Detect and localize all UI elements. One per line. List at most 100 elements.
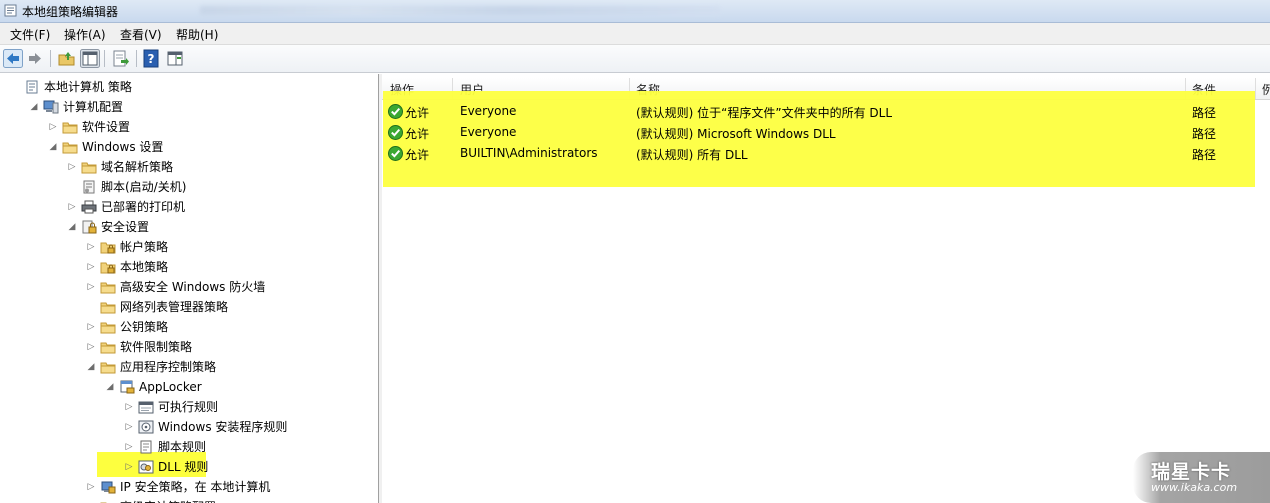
menu-action[interactable]: 操作(A) [64,26,106,43]
tree-item[interactable]: ▷ 软件设置 [0,117,378,137]
watermark-url: www.ikaka.com [1151,481,1238,494]
rule-row[interactable]: 允许 BUILTIN\Administrators (默认规则) 所有 DLL 路径 [382,143,1252,164]
column-divider[interactable] [1255,78,1256,99]
tree-expand-toggle-icon[interactable]: ▷ [48,117,58,137]
menu-view[interactable]: 查看(V) [120,26,162,43]
folder-icon [100,322,116,334]
rule-user: Everyone [460,125,517,139]
tree-expand-toggle-icon[interactable]: ▷ [124,417,134,437]
tree-item[interactable]: ◢ 计算机配置 [0,97,378,117]
rule-user: Everyone [460,104,517,118]
export-list-icon [113,50,129,67]
tree-collapse-toggle-icon[interactable]: ◢ [48,137,58,157]
tree-item[interactable]: ◢ 安全设置 [0,217,378,237]
tree-collapse-toggle-icon[interactable]: ◢ [105,377,115,397]
tree-item[interactable]: ▷ DLL 规则 [0,457,378,477]
tree-expand-toggle-icon[interactable]: ▷ [86,317,96,337]
help-button[interactable]: ? [142,49,162,68]
folder-icon [100,362,116,374]
tree-item-label: DLL 规则 [158,460,209,474]
tree-collapse-toggle-icon[interactable]: ◢ [29,97,39,117]
forward-button[interactable] [25,49,45,68]
tree-expand-toggle-icon[interactable]: ▷ [86,237,96,257]
tree-expand-toggle-icon[interactable]: ▷ [86,477,96,497]
rule-row[interactable]: 允许 Everyone (默认规则) 位于“程序文件”文件夹中的所有 DLL 路径 [382,101,1252,122]
back-arrow-icon [3,49,23,68]
tree-item[interactable]: 网络列表管理器策略 [0,297,378,317]
tree-item[interactable]: 脚本(启动/关机) [0,177,378,197]
ip-security-icon [101,481,116,494]
tree-item[interactable]: ◢ Windows 设置 [0,137,378,157]
tree-expand-toggle-icon[interactable]: ▷ [67,197,77,217]
export-list-button[interactable] [111,49,131,68]
allow-check-icon [388,146,403,161]
tree-item[interactable]: ◢ AppLocker [0,377,378,397]
up-level-button[interactable] [57,49,77,68]
rule-user: BUILTIN\Administrators [460,146,598,160]
rule-condition: 路径 [1192,127,1217,141]
script-icon [83,180,95,194]
menu-file[interactable]: 文件(F) [10,26,50,43]
tree-expand-toggle-icon[interactable]: ▷ [67,157,77,177]
tree-pane[interactable]: 本地计算机 策略 ◢ 计算机配置 ▷ 软件设置 ◢ Windows 设置 ▷ 域名解析策略 脚本(… [0,74,379,503]
folder-icon [62,142,78,154]
tree-item[interactable]: 本地计算机 策略 [0,77,378,97]
tree-expand-toggle-icon[interactable]: ▷ [86,277,96,297]
security-icon [82,220,97,234]
properties-pane-icon [167,51,183,66]
tree-expand-toggle-icon[interactable]: ▷ [124,397,134,417]
dll-rules-icon [138,460,154,474]
tree-collapse-toggle-icon[interactable]: ◢ [86,357,96,377]
properties-pane-button[interactable] [165,49,185,68]
title-bar: 本地组策略编辑器 [0,0,1270,23]
tree-item[interactable]: ▷ 软件限制策略 [0,337,378,357]
tree-item-label: 帐户策略 [120,240,169,254]
tree-item[interactable]: ◢ 应用程序控制策略 [0,357,378,377]
lock-folder-icon [100,262,116,274]
show-hide-tree-button[interactable] [80,49,100,68]
tree-item[interactable]: ▷ 脚本规则 [0,437,378,457]
tree-item-label: 高级安全 Windows 防火墙 [120,280,266,294]
tree-item[interactable]: ▷ 域名解析策略 [0,157,378,177]
folder-icon [100,302,116,314]
tree-item[interactable]: ▷ 公钥策略 [0,317,378,337]
rule-condition: 路径 [1192,148,1217,162]
tree-item[interactable]: ▷ 已部署的打印机 [0,197,378,217]
up-folder-icon [58,52,75,66]
tree-item-label: 网络列表管理器策略 [120,300,229,314]
rule-row[interactable]: 允许 Everyone (默认规则) Microsoft Windows DLL 路径 [382,122,1252,143]
blurred-title-area [200,6,720,15]
tree-item[interactable]: ▷ 高级安全 Windows 防火墙 [0,277,378,297]
tree-item-label: 软件限制策略 [120,340,193,354]
tree-item-label: 本地策略 [120,260,169,274]
rules-list-pane[interactable]: 操作 用户 名称 条件 例 允许 Everyone (默认规则) 位于“程序文件”文… [382,74,1270,503]
tree-item-label: 已部署的打印机 [101,200,186,214]
policy-doc-icon [26,80,38,94]
tree-item-label: 域名解析策略 [101,160,174,174]
tree-item[interactable]: ▷ 帐户策略 [0,237,378,257]
menu-help[interactable]: 帮助(H) [176,26,218,43]
tree-expand-toggle-icon[interactable]: ▷ [86,497,96,503]
toolbar-separator [136,50,137,67]
tree-item-label: IP 安全策略，在 本地计算机 [120,480,271,494]
tree-item[interactable]: ▷ Windows 安装程序规则 [0,417,378,437]
tree-expand-toggle-icon[interactable]: ▷ [124,437,134,457]
tree-expand-toggle-icon[interactable]: ▷ [86,257,96,277]
tree-item[interactable]: ▷ 本地策略 [0,257,378,277]
installer-rules-icon [138,420,154,434]
help-icon: ? [143,49,159,68]
forward-arrow-icon [29,53,41,64]
tree-item[interactable]: ▷ IP 安全策略，在 本地计算机 [0,477,378,497]
tree-item[interactable]: ▷ 可执行规则 [0,397,378,417]
tree-item-label: 高级审计策略配置 [120,497,216,503]
tree-collapse-toggle-icon[interactable]: ◢ [67,217,77,237]
tree-expand-toggle-icon[interactable]: ▷ [124,457,134,477]
show-hide-tree-icon [80,49,100,68]
window-title: 本地组策略编辑器 [22,5,119,19]
folder-icon [100,282,116,294]
tree-item-label: 脚本(启动/关机) [101,180,187,194]
tree-item[interactable]: ▷ 高级审计策略配置 [0,497,378,503]
tree-expand-toggle-icon[interactable]: ▷ [86,337,96,357]
back-button[interactable] [3,49,23,68]
column-exception[interactable]: 例 [1262,81,1270,98]
